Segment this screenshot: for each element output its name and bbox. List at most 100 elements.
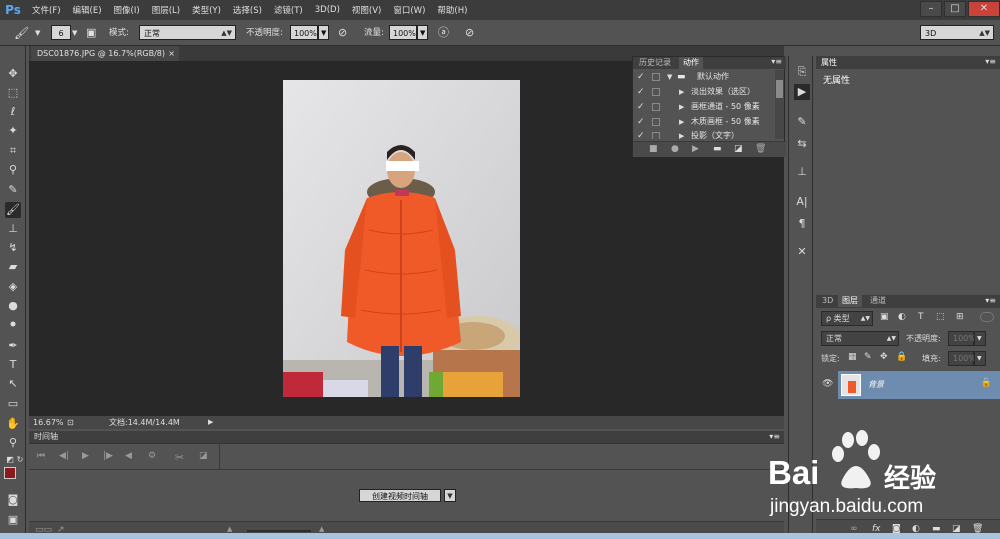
dialog-toggle[interactable] [652,88,660,96]
menu-3d[interactable]: 3D(D) [309,5,346,15]
crop-tool-icon[interactable]: ⌗ [5,143,21,159]
lock-all-icon[interactable]: 🔒 [896,352,907,362]
menu-type[interactable]: 类型(Y) [186,4,227,16]
fill-input[interactable]: 100% [948,351,976,366]
zoom-slider[interactable] [247,530,311,532]
chevron-down-icon[interactable]: ▼ [35,25,40,41]
brush-presets-icon[interactable]: ⇆ [794,136,810,152]
check-icon[interactable]: ✓ [637,70,647,84]
menu-window[interactable]: 窗口(W) [387,4,431,16]
path-selection-tool-icon[interactable]: ↖ [5,376,21,392]
dialog-toggle[interactable] [652,73,660,81]
workspace-select[interactable]: 3D ▲▼ [920,25,994,40]
pressure-opacity-icon[interactable]: ⊘ [338,25,347,41]
pixel-filter-icon[interactable]: ▣ [880,312,889,322]
menu-edit[interactable]: 编辑(E) [67,4,108,16]
actions-panel-icon[interactable]: ▶ [794,84,810,100]
next-frame-icon[interactable]: |▶ [103,451,113,461]
chevron-down-icon[interactable]: ▼ [974,351,986,366]
chevron-down-icon[interactable]: ▼ [72,25,77,41]
history-brush-tool-icon[interactable]: ↯ [5,240,21,256]
zoom-out-icon[interactable]: ▲ [227,525,232,533]
brush-size-picker[interactable]: 6 [51,25,71,40]
trash-icon[interactable]: 🗑 [755,144,766,154]
properties-title[interactable]: 属性 [821,57,837,68]
lock-transparent-icon[interactable]: ▦ [848,352,857,362]
character-panel-icon[interactable]: A| [794,194,810,210]
menu-filter[interactable]: 滤镜(T) [268,4,309,16]
brush-tool-icon[interactable]: 🖌 [5,202,21,218]
clone-source-icon[interactable]: ⊥ [794,164,810,180]
hand-tool-icon[interactable]: ✋ [5,416,21,432]
close-icon[interactable]: × [168,46,175,61]
pen-tool-icon[interactable]: ✒ [5,338,21,354]
stop-icon[interactable]: ■ [649,144,658,154]
maximize-button[interactable]: □ [944,1,966,17]
healing-brush-tool-icon[interactable]: ✎ [5,182,21,198]
first-frame-icon[interactable]: ⏮ [37,451,45,461]
collapsed-triangle-icon[interactable]: ▶ [679,100,684,114]
type-filter-icon[interactable]: T [918,312,924,322]
scrollbar-thumb[interactable] [776,80,783,98]
check-icon[interactable]: ✓ [637,100,647,114]
panel-menu-icon[interactable]: ▾≡ [985,296,996,305]
paragraph-panel-icon[interactable]: ¶ [794,216,810,232]
opacity-input[interactable]: 100% [290,25,318,40]
layer-row-background[interactable]: 背景 🔒 [838,371,1000,399]
expanded-triangle-icon[interactable]: ▼ [667,70,672,84]
opacity-slider-button[interactable]: ▼ [318,25,329,40]
shape-filter-icon[interactable]: ⬚ [936,312,945,322]
brush-panel-icon[interactable]: ▣ [86,25,96,41]
stamp-tool-icon[interactable]: ⊥ [5,221,21,237]
marquee-tool-icon[interactable]: ⬚ [5,85,21,101]
smart-object-filter-icon[interactable]: ⊞ [956,312,964,322]
collapsed-triangle-icon[interactable]: ▶ [679,129,684,139]
tab-layers[interactable]: 图层 [838,295,862,307]
type-tool-icon[interactable]: T [5,357,21,373]
dialog-toggle[interactable] [652,132,660,139]
blur-tool-icon[interactable]: ● [5,298,21,314]
play-icon[interactable]: ▶ [82,451,89,461]
zoom-level[interactable]: 16.67% [33,416,64,429]
flow-input[interactable]: 100% [389,25,417,40]
status-icon[interactable]: ⊡ [67,416,74,429]
paint-bucket-tool-icon[interactable]: ◈ [5,279,21,295]
quick-mask-icon[interactable]: ◙ [5,492,21,508]
visibility-eye-icon[interactable]: 👁 [822,379,833,389]
tab-history[interactable]: 历史记录 [635,57,675,69]
lasso-tool-icon[interactable]: ℓ [5,104,21,120]
menu-layer[interactable]: 图层(L) [146,4,186,16]
previous-frame-icon[interactable]: ◀| [59,451,69,461]
screen-mode-icon[interactable]: ▣ [5,512,21,528]
dialog-toggle[interactable] [652,103,660,111]
settings-gear-icon[interactable]: ⚙ [148,451,156,461]
layer-name[interactable]: 背景 [868,379,884,390]
tab-actions[interactable]: 动作 [679,57,703,69]
action-item[interactable]: ✓ ▶ 投影（文字） [633,129,775,139]
collapsed-triangle-icon[interactable]: ▶ [679,115,684,129]
blend-mode-select[interactable]: 正常 ▲▼ [821,331,899,346]
rectangle-tool-icon[interactable]: ▭ [5,396,21,412]
new-set-icon[interactable]: ▬ [713,144,722,154]
chevron-down-icon[interactable]: ▼ [974,331,986,346]
action-item[interactable]: ✓ ▶ 淡出效果（选区） [633,85,775,99]
minimize-button[interactable]: – [920,1,942,17]
create-video-timeline-button[interactable]: 创建视频时间轴 [359,489,441,502]
record-icon[interactable]: ● [671,144,679,154]
play-icon[interactable]: ▶ [692,144,699,154]
menu-file[interactable]: 文件(F) [26,4,67,16]
pressure-size-icon[interactable]: ⊘ [465,25,474,41]
close-button[interactable]: ✕ [968,1,1000,17]
action-item[interactable]: ✓ ▶ 画框通道 - 50 像素 [633,100,775,114]
timeline-title[interactable]: 时间轴 [34,431,58,443]
audio-icon[interactable]: ◀ [125,451,132,461]
tool-presets-icon[interactable]: ✕ [794,244,810,260]
mode-select[interactable]: 正常 ▲▼ [139,25,236,40]
filter-toggle[interactable] [980,312,994,322]
lock-pixels-icon[interactable]: ✎ [864,352,872,362]
action-item[interactable]: ✓ ▼ ▬ 默认动作 [633,70,775,84]
swap-colors-icon[interactable]: ↻ [12,452,28,468]
windows-taskbar[interactable] [0,533,1000,539]
menu-image[interactable]: 图像(I) [108,4,146,16]
check-icon[interactable]: ✓ [637,85,647,99]
